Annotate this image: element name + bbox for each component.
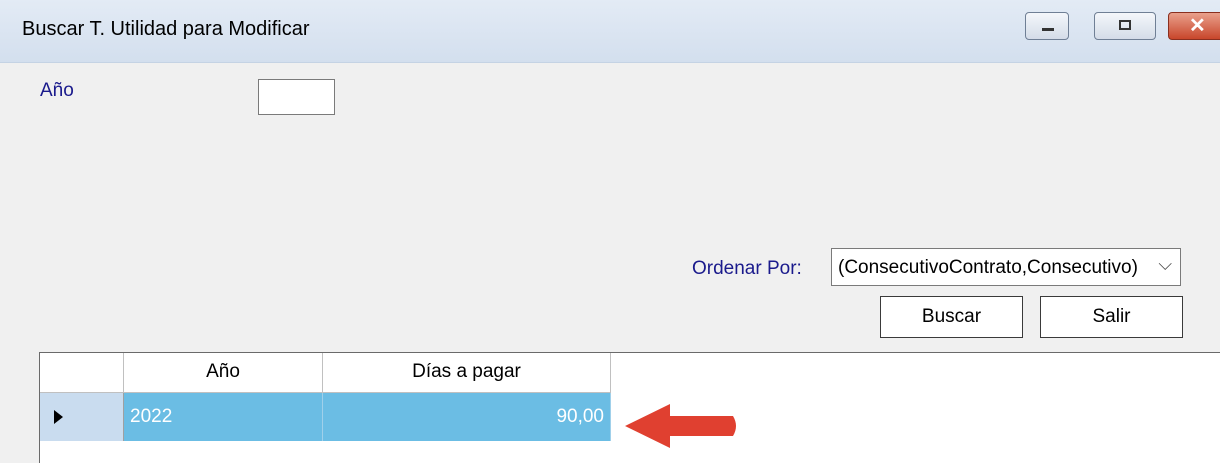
ordenar-por-select[interactable]: (ConsecutivoContrato,Consecutivo) ⌵ — [831, 248, 1181, 286]
column-header-anio[interactable]: Año — [124, 353, 323, 393]
salir-button[interactable]: Salir — [1040, 296, 1183, 338]
row-header[interactable] — [40, 393, 124, 441]
minimize-button[interactable] — [1025, 12, 1069, 40]
anio-input[interactable] — [258, 79, 335, 115]
corner-header — [40, 353, 124, 393]
annotation-arrow — [625, 404, 736, 448]
maximize-icon — [1119, 20, 1131, 30]
maximize-button[interactable] — [1094, 12, 1156, 40]
title-bar: Buscar T. Utilidad para Modificar ✕ — [0, 0, 1220, 63]
cell-dias[interactable]: 90,00 — [323, 393, 611, 441]
buscar-button[interactable]: Buscar — [880, 296, 1023, 338]
close-icon: ✕ — [1189, 15, 1206, 37]
current-row-icon — [54, 410, 63, 424]
anio-label: Año — [40, 80, 74, 101]
window-title: Buscar T. Utilidad para Modificar — [22, 18, 310, 40]
close-button[interactable]: ✕ — [1168, 12, 1220, 40]
ordenar-por-label: Ordenar Por: — [692, 258, 802, 279]
window: Buscar T. Utilidad para Modificar ✕ Año … — [0, 0, 1220, 463]
column-header-dias[interactable]: Días a pagar — [323, 353, 611, 393]
chevron-down-icon[interactable]: ⌵ — [1158, 254, 1172, 275]
cell-anio[interactable]: 2022 — [124, 393, 323, 441]
ordenar-por-value: (ConsecutivoContrato,Consecutivo) — [838, 257, 1138, 278]
minimize-icon — [1042, 28, 1054, 31]
